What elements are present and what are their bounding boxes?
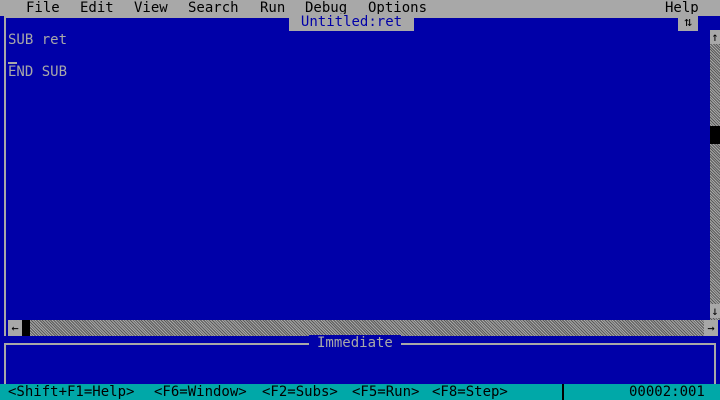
status-hint-subs[interactable]: <F2=Subs>: [262, 384, 338, 400]
immediate-title: Immediate: [309, 335, 401, 351]
editor-frame-left: [4, 16, 6, 336]
horizontal-scroll-thumb[interactable]: [22, 320, 30, 336]
menu-search[interactable]: Search: [188, 0, 239, 16]
arrow-down-icon[interactable]: ↓: [710, 304, 720, 318]
editor-frame-top-right: [414, 16, 678, 18]
immediate-window[interactable]: Immediate: [0, 335, 720, 384]
status-bar: <Shift+F1=Help> <F6=Window> <F2=Subs> <F…: [0, 384, 720, 400]
status-hint-window[interactable]: <F6=Window>: [154, 384, 247, 400]
vertical-scroll-thumb[interactable]: [710, 126, 720, 144]
status-hint-run[interactable]: <F5=Run>: [352, 384, 419, 400]
status-hint-help[interactable]: <Shift+F1=Help>: [8, 384, 134, 400]
vertical-scrollbar[interactable]: [710, 30, 720, 320]
cursor-position: 00002:001: [629, 384, 705, 400]
text-cursor: [8, 62, 17, 64]
menu-file[interactable]: File: [26, 0, 60, 16]
menu-run[interactable]: Run: [260, 0, 285, 16]
arrow-right-icon[interactable]: →: [704, 320, 718, 336]
status-hint-step[interactable]: <F8=Step>: [432, 384, 508, 400]
editor-frame-top-left: [4, 16, 289, 18]
horizontal-scrollbar[interactable]: [8, 320, 710, 336]
editor-window[interactable]: Untitled:ret ⇅ SUB ret END SUB: [0, 14, 720, 336]
maximize-arrows-icon[interactable]: ⇅: [678, 14, 698, 31]
immediate-frame-right: [714, 343, 716, 384]
arrow-up-icon[interactable]: ↑: [710, 30, 720, 44]
arrow-left-icon[interactable]: ←: [8, 320, 22, 336]
status-divider: [562, 384, 564, 400]
code-line[interactable]: SUB ret: [8, 32, 67, 48]
code-line[interactable]: END SUB: [8, 64, 67, 80]
immediate-frame-left: [4, 343, 6, 384]
menu-view[interactable]: View: [134, 0, 168, 16]
menu-edit[interactable]: Edit: [80, 0, 114, 16]
editor-title: Untitled:ret: [289, 14, 414, 31]
